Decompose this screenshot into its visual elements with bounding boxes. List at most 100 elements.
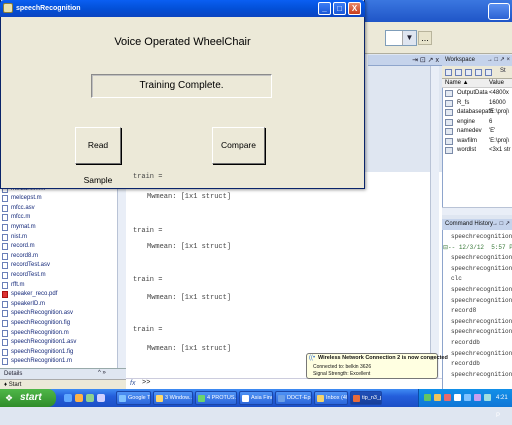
delete-variable-icon[interactable] [485,69,492,76]
workspace-variable-row[interactable]: OutputData <4800x [442,89,512,99]
variable-value: <4800x [489,90,509,96]
m-file-icon [2,214,8,222]
taskbar-button[interactable]: 4 PROTUS... [195,391,237,405]
file-list-item[interactable]: recordTest.m [0,271,125,281]
history-command[interactable]: recorddb [451,339,480,346]
file-list-item[interactable]: speakerID.m [0,300,125,310]
variable-name: wordlst [457,147,477,153]
workspace-stack-selector[interactable]: St [500,68,506,74]
history-command[interactable]: recorddb [451,360,480,367]
workspace-title-controls[interactable]: → □ ↗ × [480,55,512,66]
wireless-connected-to: Connected to: belkin 3626 [313,364,372,370]
matlab-start-button[interactable]: ♦ Start [0,379,126,389]
quicklaunch-app-icon[interactable] [86,394,94,402]
file-list-item[interactable]: mymat.m [0,223,125,233]
workspace-variable-row[interactable]: engine 6 [442,118,512,128]
file-list-item[interactable]: rfft.m [0,281,125,291]
tray-app2-icon[interactable] [474,394,481,401]
balloon-close-icon[interactable]: x [428,355,436,363]
workspace-col-value[interactable]: Value [489,79,504,88]
file-list-item[interactable]: speechRecognition.m [0,329,125,339]
history-command[interactable]: speechrecognition [451,328,512,335]
history-command[interactable]: speechrecognition [451,297,512,304]
command-window-scrollbar[interactable] [430,66,439,378]
history-command[interactable]: speechrecognition [451,318,512,325]
variable-name: wavfilm [457,137,478,144]
fx-icon[interactable]: fx [130,378,135,389]
taskbar-button-label: tip_n3_pe... [362,395,381,401]
pdf-file-icon [2,291,8,299]
variable-value: 6 [489,118,493,125]
workspace-variable-row[interactable]: wordlst <3x1 str [442,146,512,156]
history-command[interactable]: speechrecognition [451,350,512,357]
file-name: mymat.m [11,223,36,230]
file-name: speechRecognition1.fig [11,348,74,355]
command-output-var: train = [133,326,163,334]
file-list-item[interactable]: recordTest.asv [0,261,125,271]
import-data-icon[interactable] [465,69,472,76]
file-list-item[interactable]: mfcc.m [0,213,125,223]
history-command[interactable]: speechrecognition [451,286,512,293]
taskbar-button-label: DDCT-Ep... [287,395,311,401]
workspace-variable-row[interactable]: R_fs 16000 [442,99,512,109]
command-history-title-controls[interactable]: → □ ↗ [486,219,512,230]
read-sample-button[interactable]: Read Sample [75,127,121,185]
tray-network-icon[interactable] [424,394,431,401]
command-prompt-row[interactable] [126,378,442,389]
tray-volume-icon[interactable] [454,394,461,401]
file-list-item[interactable]: speechRecognition1.asv [0,338,125,348]
workspace-scrollbar[interactable] [442,207,512,215]
taskbar-clock[interactable]: 4:21 P [496,389,512,425]
tray-wireless-icon[interactable] [464,394,471,401]
file-list-item[interactable]: record.m [0,242,125,252]
history-command[interactable]: clc [451,275,462,282]
file-list-item[interactable]: speechRecognition.fig [0,319,125,329]
open-variable-icon[interactable] [455,69,462,76]
matlab-maximize-button[interactable] [488,3,510,20]
details-bar-controls[interactable]: ^ » [98,368,126,379]
taskbar-button[interactable]: 3 Window... [153,391,193,405]
history-session-header[interactable]: ⊟-- 12/3/12 5:57 PM [443,244,512,251]
workspace-col-name[interactable]: Name ▲ [445,79,469,88]
maximize-button[interactable]: □ [333,2,346,15]
taskbar-button[interactable]: Asia Find [239,391,273,405]
close-button[interactable]: X [348,2,361,15]
directory-dropdown-button[interactable]: ▼ [402,31,416,45]
file-list-item[interactable]: nist.m [0,233,125,243]
taskbar-button[interactable]: DDCT-Ep... [275,391,312,405]
workspace-variable-row[interactable]: databasepath 'E:\proj\ [442,108,512,118]
history-command[interactable]: record8 [451,307,476,314]
minimize-button[interactable]: _ [318,2,331,15]
file-list-scrollbar[interactable] [117,172,126,368]
taskbar-button[interactable]: Google Talk [116,391,151,405]
file-name: nist.m [11,233,28,240]
file-list-item[interactable]: mfcc.asv [0,204,125,214]
wireless-signal-strength: Signal Strength: Excellent [313,371,371,377]
workspace-variable-row[interactable]: namedev 'E' [442,127,512,137]
new-variable-icon[interactable] [445,69,452,76]
history-command[interactable]: speechrecognition [451,233,512,240]
taskbar-button[interactable]: Inbox (40... [314,391,348,405]
file-list-item[interactable]: speechRecognition1.fig [0,348,125,358]
quicklaunch-desktop-icon[interactable] [97,394,105,402]
file-list-item[interactable]: record8.m [0,252,125,262]
tray-app-icon[interactable] [434,394,441,401]
save-workspace-icon[interactable] [475,69,482,76]
file-list-item[interactable]: speechRecognition.asv [0,309,125,319]
taskbar-button[interactable]: tip_n3_pe... [350,391,382,405]
m-file-icon [2,195,8,203]
tray-app3-icon[interactable] [484,394,491,401]
compare-button[interactable]: Compare [212,127,265,164]
history-command[interactable]: speechrecognition [451,265,512,272]
quicklaunch-media-icon[interactable] [75,394,83,402]
file-list-item[interactable]: speaker_reco.pdf [0,290,125,300]
taskbar-app-icon [198,395,205,402]
history-command[interactable]: speechrecognition [451,254,512,261]
workspace-variable-row[interactable]: wavfilm 'E:\proj\ [442,137,512,147]
tray-security-icon[interactable] [444,394,451,401]
quicklaunch-browser-icon[interactable] [64,394,72,402]
history-command[interactable]: speechrecognition [451,371,512,378]
command-window-header-controls[interactable]: ⇥ ⊡ ↗ x [396,55,442,66]
browse-folder-button[interactable]: ... [418,31,432,45]
file-list-item[interactable]: speechRecognition1.m [0,357,125,367]
